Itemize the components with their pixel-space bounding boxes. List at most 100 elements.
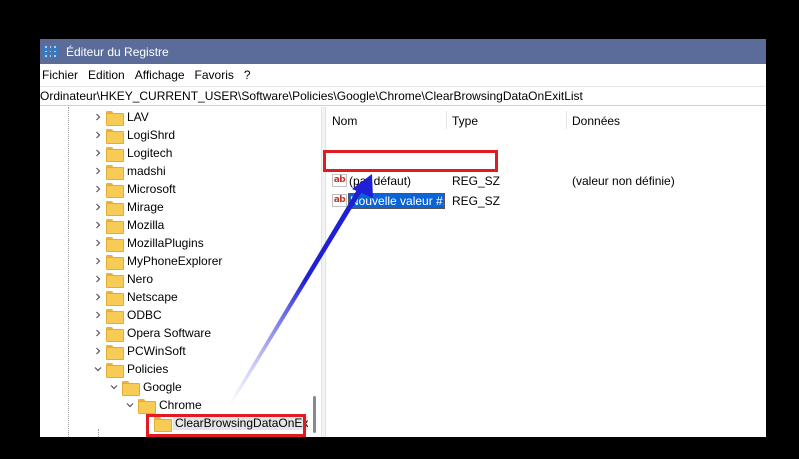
chevron-right-icon[interactable] [92,324,104,342]
menu-file[interactable]: Fichier [40,68,84,82]
chevron-down-icon[interactable] [92,360,104,378]
folder-icon [138,398,156,414]
tree-item[interactable]: Microsoft [92,180,178,198]
chevron-down-icon[interactable] [124,396,136,414]
tree-item[interactable]: ODBC [92,306,164,324]
value-name[interactable]: (par défaut) [349,173,411,189]
rename-selected-text[interactable]: Nouvelle valeur #1 [349,194,444,208]
tree-item-label: madshi [127,164,166,178]
tree-item[interactable]: MyPhoneExplorer [92,252,224,270]
tree-item-label: Netscape [127,290,178,304]
tree-item-label: MozillaPlugins [127,236,204,250]
tree-item[interactable]: Netscape [92,288,180,306]
tree-item[interactable]: Logitech [92,144,174,162]
folder-icon [106,146,124,162]
folder-icon [106,128,124,144]
tree-guide-line [98,429,99,437]
folder-icon [106,218,124,234]
column-header-type[interactable]: Type [452,112,478,130]
folder-icon [122,380,140,396]
chevron-right-icon[interactable] [92,108,104,126]
folder-icon [106,272,124,288]
window-title: Éditeur du Registre [66,44,169,59]
tree-item-label: MyPhoneExplorer [127,254,223,268]
tree-item-label: Chrome [159,398,202,412]
value-data: (valeur non définie) [572,174,675,188]
column-separator[interactable] [446,111,447,129]
tree-item[interactable]: PCWinSoft [92,342,188,360]
tree-item[interactable]: Opera Software [92,324,213,342]
tree-item[interactable]: LogiShrd [92,126,177,144]
tree-item[interactable]: Policies [92,360,170,378]
chevron-right-icon[interactable] [92,270,104,288]
folder-icon [106,308,124,324]
chevron-right-icon[interactable] [92,288,104,306]
title-bar: Éditeur du Registre [40,39,766,64]
tree-item[interactable]: Nero [92,270,155,288]
chevron-right-icon[interactable] [92,234,104,252]
folder-icon [106,182,124,198]
tree-item[interactable]: Google [108,378,184,396]
column-header-data[interactable]: Données [572,112,620,130]
menu-favorites[interactable]: Favoris [193,68,240,82]
registry-editor-icon [44,45,57,58]
tree-guide-line [68,107,69,437]
text-caret [444,195,445,207]
folder-icon [106,362,124,378]
chevron-right-icon[interactable] [92,126,104,144]
tree-item-label: ODBC [127,308,162,322]
tree-item-label: Mirage [127,200,164,214]
chevron-right-icon[interactable] [92,306,104,324]
tree-item[interactable]: Chrome [124,396,204,414]
menu-edit[interactable]: Edition [86,68,131,82]
tree-item[interactable]: MozillaPlugins [92,234,206,252]
chevron-right-icon[interactable] [92,252,104,270]
tree-item[interactable]: Mozilla [92,216,166,234]
folder-icon [106,254,124,270]
folder-icon [106,290,124,306]
registry-editor-window: Éditeur du Registre Fichier Edition Affi… [40,39,766,437]
chevron-right-icon[interactable] [92,144,104,162]
tree-item-label: Policies [127,362,169,376]
key-tree: LAV LogiShrd Logitech madshi Microsoft Mirage… [40,107,321,437]
highlight-new-value [323,150,498,172]
column-header-name[interactable]: Nom [332,112,357,130]
tree-item-label: Microsoft [127,182,176,196]
tree-scrollbar[interactable] [308,107,321,437]
tree-scrollbar-thumb[interactable] [313,396,316,433]
chevron-down-icon[interactable] [108,378,120,396]
folder-icon [106,344,124,360]
folder-icon [106,164,124,180]
string-value-icon: ab [332,194,347,207]
tree-item[interactable]: madshi [92,162,168,180]
tree-item-label: Logitech [127,146,173,160]
value-type: REG_SZ [452,174,501,188]
chevron-right-icon[interactable] [92,180,104,198]
value-type: REG_SZ [452,194,501,208]
tree-item-label: Mozilla [127,218,165,232]
address-path[interactable]: Ordinateur\HKEY_CURRENT_USER\Software\Po… [40,89,583,103]
chevron-right-icon[interactable] [92,342,104,360]
column-separator[interactable] [566,111,567,129]
tree-item-label: Google [143,380,182,394]
folder-icon [106,326,124,342]
chevron-right-icon[interactable] [92,216,104,234]
folder-icon [106,236,124,252]
address-bar[interactable]: Ordinateur\HKEY_CURRENT_USER\Software\Po… [40,86,766,106]
highlight-selected-key [146,414,306,437]
string-value-icon: ab [332,174,347,187]
menu-bar: Fichier Edition Affichage Favoris ? [40,64,766,86]
tree-item-label: Nero [127,272,154,286]
chevron-right-icon[interactable] [92,162,104,180]
tree-item[interactable]: LAV [92,108,151,126]
tree-item-label: LAV [127,110,149,124]
tree-item-label: Opera Software [127,326,212,340]
menu-help[interactable]: ? [242,68,257,82]
tree-item[interactable]: Mirage [92,198,166,216]
rename-input[interactable]: Nouvelle valeur #1 [348,193,445,209]
chevron-right-icon[interactable] [92,198,104,216]
folder-icon [106,200,124,216]
menu-view[interactable]: Affichage [133,68,191,82]
tree-item-label: PCWinSoft [127,344,186,358]
folder-icon [106,110,124,126]
